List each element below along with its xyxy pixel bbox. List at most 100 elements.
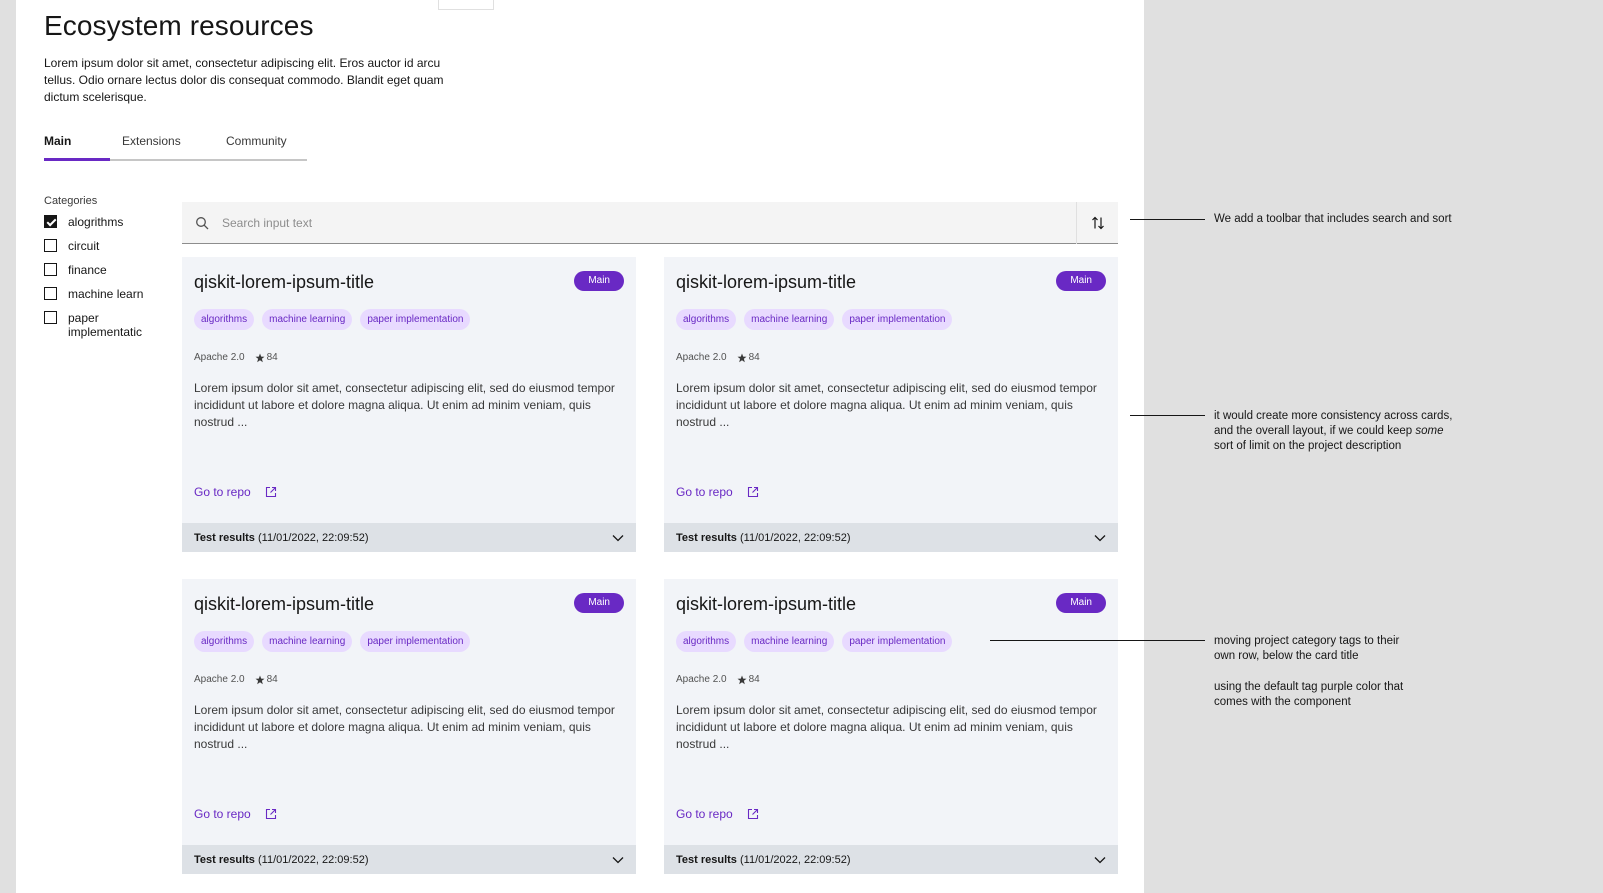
go-to-repo-link[interactable]: Go to repo <box>676 485 759 499</box>
test-results-accordion[interactable]: Test results (11/01/2022, 22:09:52) <box>664 523 1118 552</box>
star-icon <box>255 353 265 362</box>
test-results-header: Test results (11/01/2022, 22:09:52) <box>676 854 851 866</box>
repo-link-label: Go to repo <box>194 485 251 499</box>
category-label: circuit <box>68 239 100 253</box>
category-paper-implementation[interactable]: paper implementatic <box>44 311 162 339</box>
go-to-repo-link[interactable]: Go to repo <box>676 807 759 821</box>
annotation-tags-line: comes with the component <box>1214 696 1351 708</box>
resource-card: qiskit-lorem-ipsum-title Main algorithms… <box>664 257 1118 552</box>
checkbox[interactable] <box>44 311 57 324</box>
star-icon <box>737 353 747 362</box>
checkbox[interactable] <box>44 263 57 276</box>
status-badge: Main <box>1056 271 1106 291</box>
sort-button[interactable] <box>1076 201 1118 244</box>
tag[interactable]: algorithms <box>676 309 737 330</box>
card-description: Lorem ipsum dolor sit amet, consectetur … <box>194 381 615 429</box>
tag-row: algorithms machine learning paper implem… <box>676 309 953 330</box>
category-machine-learning[interactable]: machine learn <box>44 287 162 301</box>
test-results-label: Test results <box>676 853 737 866</box>
status-badge: Main <box>574 271 624 291</box>
search-icon <box>182 202 222 244</box>
resource-card: qiskit-lorem-ipsum-title Main algorithms… <box>664 579 1118 874</box>
resource-card: qiskit-lorem-ipsum-title Main algorithms… <box>182 257 636 552</box>
tag[interactable]: paper implementation <box>842 309 953 330</box>
star-count: 84 <box>255 352 278 363</box>
star-count-value: 84 <box>266 674 278 685</box>
card-meta: Apache 2.0 84 <box>194 352 278 363</box>
checkbox-checked[interactable] <box>44 215 57 228</box>
card-description: Lorem ipsum dolor sit amet, consectetur … <box>194 703 615 751</box>
star-icon <box>737 675 747 684</box>
resource-card: qiskit-lorem-ipsum-title Main algorithms… <box>182 579 636 874</box>
repo-link-label: Go to repo <box>676 485 733 499</box>
annotation-consistency-line: sort of limit on the project description <box>1214 440 1402 452</box>
license: Apache 2.0 <box>194 352 245 363</box>
status-badge: Main <box>574 593 624 613</box>
tag[interactable]: paper implementation <box>842 631 953 652</box>
tab-main[interactable]: Main <box>44 126 110 161</box>
tag[interactable]: algorithms <box>194 309 255 330</box>
card-title: qiskit-lorem-ipsum-title <box>194 594 375 614</box>
card-title: qiskit-lorem-ipsum-title <box>676 272 857 292</box>
card-description: Lorem ipsum dolor sit amet, consectetur … <box>676 381 1097 429</box>
annotation-line <box>1130 219 1205 220</box>
go-to-repo-link[interactable]: Go to repo <box>194 807 277 821</box>
search-toolbar <box>182 201 1118 244</box>
tab-extensions[interactable]: Extensions <box>110 126 214 161</box>
category-label: machine learn <box>68 287 144 301</box>
checkbox[interactable] <box>44 287 57 300</box>
test-results-label: Test results <box>676 531 737 544</box>
card-meta: Apache 2.0 84 <box>676 674 760 685</box>
search-input[interactable] <box>222 201 1076 244</box>
star-count: 84 <box>255 674 278 685</box>
star-count-value: 84 <box>748 352 760 363</box>
tag[interactable]: machine learning <box>262 631 353 652</box>
category-circuit[interactable]: circuit <box>44 239 162 253</box>
category-finance[interactable]: finance <box>44 263 162 277</box>
test-results-accordion[interactable]: Test results (11/01/2022, 22:09:52) <box>182 845 636 874</box>
card-title: qiskit-lorem-ipsum-title <box>676 594 857 614</box>
checkbox[interactable] <box>44 239 57 252</box>
go-to-repo-link[interactable]: Go to repo <box>194 485 277 499</box>
license: Apache 2.0 <box>194 674 245 685</box>
tab-community[interactable]: Community <box>214 126 307 161</box>
annotation-tags-line: own row, below the card title <box>1214 650 1359 662</box>
annotation-tags-line: moving project category tags to their <box>1214 635 1400 647</box>
tab-bar: Main Extensions Community <box>44 126 307 161</box>
annotation-tags-line: using the default tag purple color that <box>1214 681 1404 693</box>
annotation-consistency-line: and the overall layout, if we could keep <box>1214 425 1413 437</box>
tag-row: algorithms machine learning paper implem… <box>194 309 471 330</box>
test-results-header: Test results (11/01/2022, 22:09:52) <box>194 532 369 544</box>
star-count: 84 <box>737 674 760 685</box>
test-results-accordion[interactable]: Test results (11/01/2022, 22:09:52) <box>664 845 1118 874</box>
card-title: qiskit-lorem-ipsum-title <box>194 272 375 292</box>
tag[interactable]: paper implementation <box>360 309 471 330</box>
tag[interactable]: machine learning <box>744 309 835 330</box>
repo-link-label: Go to repo <box>194 807 251 821</box>
tag-row: algorithms machine learning paper implem… <box>194 631 471 652</box>
external-link-icon <box>747 486 758 498</box>
category-label: alogrithms <box>68 215 124 229</box>
page-title: Ecosystem resources <box>44 10 314 41</box>
annotation-line <box>990 640 1205 641</box>
star-count-value: 84 <box>748 674 760 685</box>
page-description: Lorem ipsum dolor sit amet, consectetur … <box>44 56 444 104</box>
tag[interactable]: algorithms <box>676 631 737 652</box>
external-link-icon <box>265 808 276 820</box>
tag[interactable]: algorithms <box>194 631 255 652</box>
test-results-accordion[interactable]: Test results (11/01/2022, 22:09:52) <box>182 523 636 552</box>
license: Apache 2.0 <box>676 352 727 363</box>
annotation-toolbar: We add a toolbar that includes search an… <box>1214 213 1452 225</box>
tag[interactable]: machine learning <box>262 309 353 330</box>
annotation-consistency-line: it would create more consistency across … <box>1214 410 1453 422</box>
categories-list: alogrithms circuit finance machine learn… <box>44 215 162 349</box>
chevron-down-icon <box>1094 856 1106 863</box>
tag[interactable]: paper implementation <box>360 631 471 652</box>
test-results-time: (11/01/2022, 22:09:52) <box>740 531 851 544</box>
top-frame-stub <box>438 0 494 10</box>
tag[interactable]: machine learning <box>744 631 835 652</box>
category-algorithms[interactable]: alogrithms <box>44 215 162 229</box>
category-label: finance <box>68 263 107 277</box>
star-icon <box>255 675 265 684</box>
test-results-header: Test results (11/01/2022, 22:09:52) <box>194 854 369 866</box>
